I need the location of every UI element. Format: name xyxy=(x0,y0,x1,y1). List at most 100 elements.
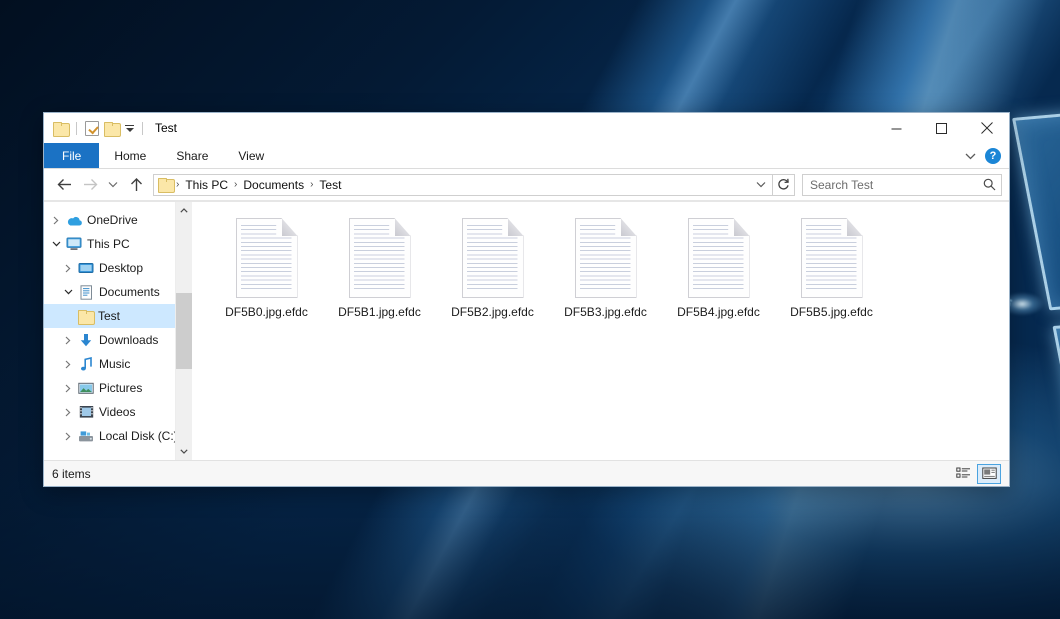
sidebar-item-pictures[interactable]: Pictures xyxy=(44,376,175,400)
back-button[interactable] xyxy=(51,172,77,198)
breadcrumb-item-this-pc[interactable]: This PC xyxy=(180,177,233,193)
file-item[interactable]: DF5B1.jpg.efdc xyxy=(323,216,436,320)
sidebar-item-label: Documents xyxy=(96,285,160,299)
maximize-button[interactable] xyxy=(919,113,964,143)
file-name: DF5B1.jpg.efdc xyxy=(335,304,424,320)
sidebar-item-label: Local Disk (C:) xyxy=(96,429,175,443)
file-item[interactable]: DF5B0.jpg.efdc xyxy=(210,216,323,320)
sidebar-item-label: Test xyxy=(95,309,120,323)
view-toggle-group xyxy=(951,464,1001,484)
recent-locations-button[interactable] xyxy=(103,172,123,198)
file-name: DF5B2.jpg.efdc xyxy=(448,304,537,320)
chevron-down-icon[interactable] xyxy=(959,146,981,166)
sidebar-item-label: Downloads xyxy=(96,333,158,347)
generic-document-icon xyxy=(349,218,411,298)
help-icon[interactable]: ? xyxy=(985,148,1001,164)
sidebar-item-label: Videos xyxy=(96,405,135,419)
thispc-icon xyxy=(64,237,84,251)
chevron-right-icon[interactable] xyxy=(60,384,76,393)
chevron-right-icon[interactable] xyxy=(48,216,64,225)
breadcrumb-item-test[interactable]: Test xyxy=(314,177,346,193)
scrollbar-track[interactable] xyxy=(176,219,192,443)
file-item[interactable]: DF5B3.jpg.efdc xyxy=(549,216,662,320)
file-item[interactable]: DF5B4.jpg.efdc xyxy=(662,216,775,320)
downloads-icon xyxy=(76,333,96,348)
search-box[interactable]: Search Test xyxy=(802,174,1002,196)
chevron-down-icon[interactable] xyxy=(60,289,76,295)
file-name: DF5B5.jpg.efdc xyxy=(787,304,876,320)
file-name: DF5B0.jpg.efdc xyxy=(222,304,311,320)
tab-share[interactable]: Share xyxy=(161,143,223,168)
quick-access-separator-2 xyxy=(142,122,143,135)
folder-icon[interactable] xyxy=(53,122,68,135)
file-grid: DF5B0.jpg.efdc DF5B1.jpg.efdc DF5B2.jpg.… xyxy=(210,216,1009,320)
sidebar-item-label: Music xyxy=(96,357,130,371)
generic-document-icon xyxy=(575,218,637,298)
search-input[interactable]: Search Test xyxy=(803,178,977,192)
desktop: Test File Home Share View xyxy=(0,0,1060,619)
new-folder-icon[interactable] xyxy=(104,122,119,135)
sidebar-item-local-disk-c[interactable]: Local Disk (C:) xyxy=(44,424,175,448)
scroll-down-icon[interactable] xyxy=(176,443,192,460)
search-icon[interactable] xyxy=(977,178,1001,191)
chevron-right-icon[interactable] xyxy=(60,408,76,417)
breadcrumb-dropdown-icon[interactable] xyxy=(752,175,770,195)
address-bar: › This PC › Documents › Test Searc xyxy=(44,169,1009,201)
chevron-right-icon[interactable] xyxy=(60,264,76,273)
breadcrumb-folder-icon xyxy=(158,178,173,191)
status-bar: 6 items xyxy=(44,460,1009,486)
tab-file[interactable]: File xyxy=(44,143,99,168)
file-list-view[interactable]: DF5B0.jpg.efdc DF5B1.jpg.efdc DF5B2.jpg.… xyxy=(191,202,1009,460)
sidebar-item-videos[interactable]: Videos xyxy=(44,400,175,424)
desktop-icon xyxy=(76,262,96,275)
sidebar-item-this-pc[interactable]: This PC xyxy=(44,232,175,256)
generic-document-icon xyxy=(801,218,863,298)
scroll-up-icon[interactable] xyxy=(176,202,192,219)
quick-access-toolbar xyxy=(44,121,146,136)
tab-view[interactable]: View xyxy=(223,143,279,168)
chevron-right-icon[interactable] xyxy=(60,432,76,441)
chevron-right-icon[interactable] xyxy=(60,360,76,369)
ribbon-right-controls: ? xyxy=(959,143,1009,168)
chevron-down-icon[interactable] xyxy=(48,241,64,247)
title-bar[interactable]: Test xyxy=(44,113,1009,143)
music-icon xyxy=(76,357,96,372)
breadcrumb-bar[interactable]: › This PC › Documents › Test xyxy=(153,174,773,196)
file-explorer-window: Test File Home Share View xyxy=(43,112,1010,487)
onedrive-icon xyxy=(64,214,84,227)
documents-icon xyxy=(76,285,96,300)
pictures-icon xyxy=(76,382,96,395)
scrollbar-thumb[interactable] xyxy=(176,293,192,369)
navigation-tree: OneDrive This PC xyxy=(44,202,175,460)
breadcrumb: › This PC › Documents › Test xyxy=(175,177,752,193)
sidebar-item-desktop[interactable]: Desktop xyxy=(44,256,175,280)
sidebar-item-downloads[interactable]: Downloads xyxy=(44,328,175,352)
refresh-button[interactable] xyxy=(773,174,795,196)
breadcrumb-item-documents[interactable]: Documents xyxy=(238,177,309,193)
generic-document-icon xyxy=(462,218,524,298)
properties-icon[interactable] xyxy=(85,121,99,136)
large-icons-view-button[interactable] xyxy=(977,464,1001,484)
customize-quick-access-icon[interactable] xyxy=(124,125,134,132)
window-controls xyxy=(874,113,1009,143)
sidebar-item-test[interactable]: Test xyxy=(44,304,175,328)
up-button[interactable] xyxy=(123,172,149,198)
file-item[interactable]: DF5B2.jpg.efdc xyxy=(436,216,549,320)
sidebar-item-label: Desktop xyxy=(96,261,143,275)
file-item[interactable]: DF5B5.jpg.efdc xyxy=(775,216,888,320)
sidebar-item-documents[interactable]: Documents xyxy=(44,280,175,304)
chevron-right-icon[interactable] xyxy=(60,336,76,345)
forward-button[interactable] xyxy=(77,172,103,198)
file-name: DF5B4.jpg.efdc xyxy=(674,304,763,320)
file-name: DF5B3.jpg.efdc xyxy=(561,304,650,320)
minimize-button[interactable] xyxy=(874,113,919,143)
navigation-scrollbar[interactable] xyxy=(175,202,191,460)
sidebar-item-music[interactable]: Music xyxy=(44,352,175,376)
sidebar-item-label: Pictures xyxy=(96,381,142,395)
tab-home[interactable]: Home xyxy=(99,143,161,168)
sidebar-item-onedrive[interactable]: OneDrive xyxy=(44,208,175,232)
close-button[interactable] xyxy=(964,113,1009,143)
window-title: Test xyxy=(155,121,177,135)
quick-access-separator-1 xyxy=(76,122,77,135)
details-view-button[interactable] xyxy=(951,464,975,484)
